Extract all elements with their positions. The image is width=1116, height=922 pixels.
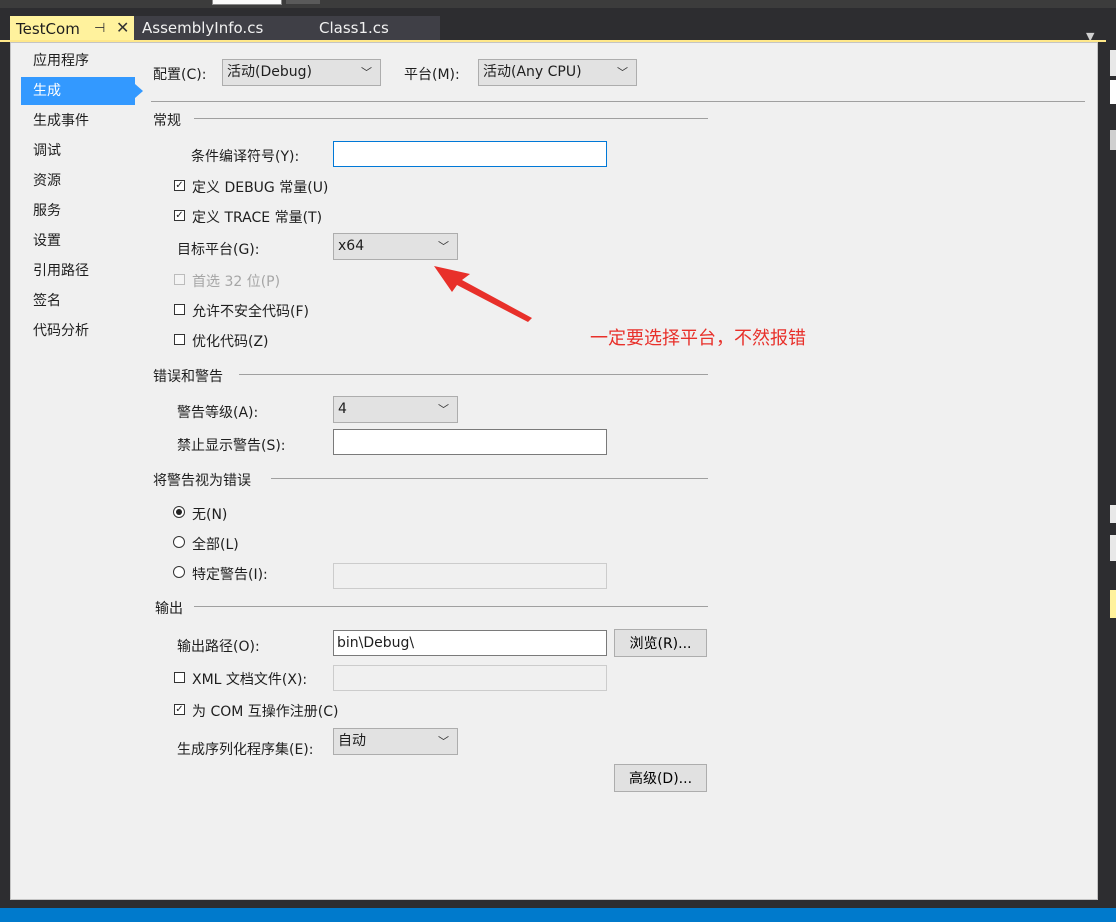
status-bar bbox=[0, 908, 1116, 922]
annotation-text: 一定要选择平台，不然报错 bbox=[590, 328, 806, 349]
annotation-arrow-shape bbox=[434, 266, 532, 322]
annotation-arrow bbox=[434, 266, 532, 322]
